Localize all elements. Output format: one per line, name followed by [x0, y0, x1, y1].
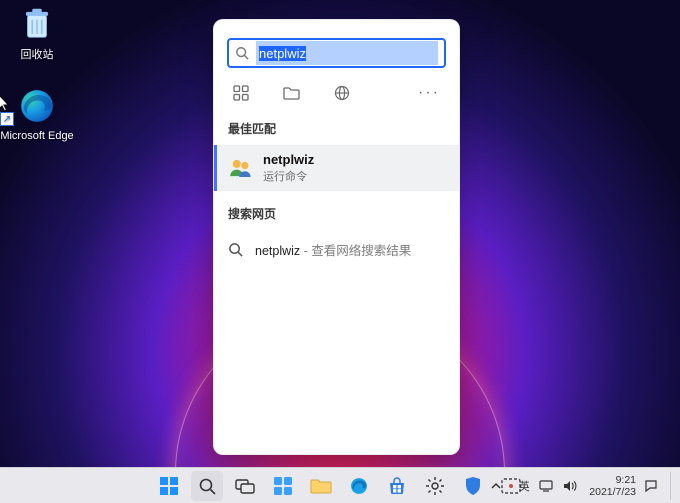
edge-icon: ↗ — [0, 86, 74, 126]
taskbar-clock[interactable]: 9:21 2021/7/23 — [587, 474, 638, 498]
taskbar-center — [153, 471, 527, 501]
best-match-result[interactable]: netplwiz 运行命令 — [214, 145, 459, 191]
store-icon — [387, 476, 407, 496]
start-button[interactable] — [153, 471, 185, 501]
taskbar: 英 9:21 2021/7/23 — [0, 467, 680, 503]
file-explorer-button[interactable] — [305, 471, 337, 501]
shortcut-arrow-icon: ↗ — [0, 112, 14, 126]
best-match-title: netplwiz — [263, 152, 314, 167]
ime-button[interactable]: 英 — [515, 478, 533, 494]
desktop-icon-label: Microsoft Edge — [0, 130, 74, 142]
recycle-bin-icon — [0, 4, 74, 42]
desktop-icon-label: 回收站 — [0, 46, 74, 62]
system-tray: 英 9:21 2021/7/23 — [491, 468, 676, 503]
filter-more-icon[interactable]: ··· — [418, 84, 440, 102]
filter-apps-icon[interactable] — [233, 85, 249, 101]
web-result-query: netplwiz — [255, 244, 300, 258]
task-view-icon — [235, 478, 255, 494]
file-explorer-icon — [310, 477, 332, 495]
desktop-icon-recycle-bin[interactable]: 回收站 — [0, 4, 74, 62]
network-button[interactable] — [539, 480, 557, 492]
settings-button[interactable] — [419, 471, 451, 501]
start-icon — [159, 476, 179, 496]
notifications-button[interactable] — [644, 479, 662, 493]
tray-overflow-button[interactable] — [491, 481, 509, 491]
web-result-suffix: - 查看网络搜索结果 — [300, 244, 411, 258]
edge-icon — [349, 476, 369, 496]
widgets-icon — [273, 476, 293, 496]
show-desktop-button[interactable] — [670, 472, 676, 500]
search-icon — [228, 242, 243, 257]
store-button[interactable] — [381, 471, 413, 501]
search-filter-row: ··· — [214, 78, 459, 114]
desktop-icon-edge[interactable]: ↗ Microsoft Edge — [0, 86, 74, 142]
desktop[interactable]: 回收站 ↗ Microsoft Edge — [0, 0, 680, 503]
settings-icon — [425, 476, 445, 496]
filter-documents-icon[interactable] — [283, 86, 300, 100]
defender-button[interactable] — [457, 471, 489, 501]
widgets-button[interactable] — [267, 471, 299, 501]
filter-web-icon[interactable] — [334, 85, 350, 101]
search-flyout: ··· 最佳匹配 netplwiz 运行命令 搜索网页 — [213, 19, 460, 455]
web-search-result[interactable]: netplwiz - 查看网络搜索结果 — [214, 230, 459, 269]
defender-icon — [464, 476, 482, 496]
search-icon — [198, 477, 216, 495]
edge-button[interactable] — [343, 471, 375, 501]
task-view-button[interactable] — [229, 471, 261, 501]
section-best-match-label: 最佳匹配 — [214, 114, 459, 145]
taskbar-search-button[interactable] — [191, 471, 223, 501]
search-icon — [235, 46, 249, 60]
chevron-up-icon — [491, 481, 501, 491]
user-accounts-icon — [227, 155, 253, 181]
search-input[interactable] — [256, 41, 438, 65]
section-web-label: 搜索网页 — [214, 191, 459, 230]
volume-icon — [563, 480, 577, 492]
search-box[interactable] — [227, 38, 446, 68]
volume-button[interactable] — [563, 480, 581, 492]
clock-time: 9:21 — [589, 474, 636, 486]
notifications-icon — [644, 479, 658, 493]
network-icon — [539, 480, 553, 492]
clock-date: 2021/7/23 — [589, 486, 636, 498]
best-match-subtitle: 运行命令 — [263, 168, 314, 184]
